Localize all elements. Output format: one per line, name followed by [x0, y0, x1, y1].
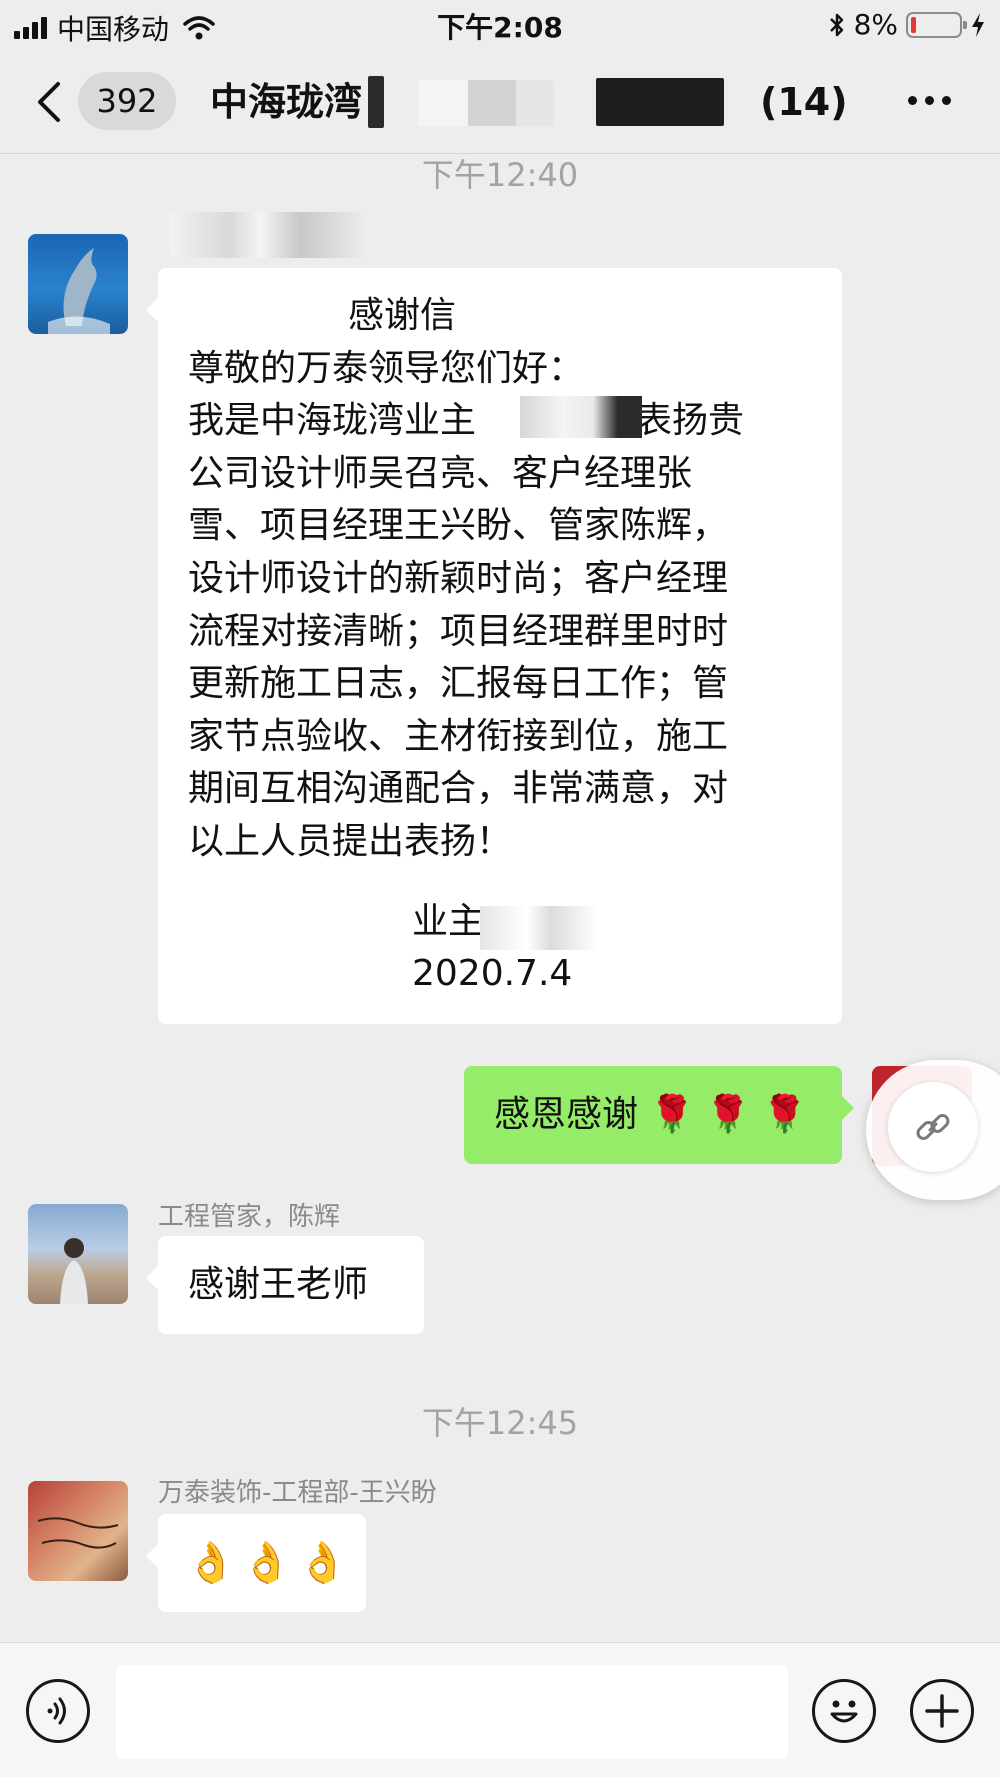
charging-icon — [972, 12, 984, 37]
calligraphy-photo-icon — [37, 1517, 119, 1549]
voice-button[interactable] — [26, 1679, 90, 1743]
redacted-sender-name — [170, 212, 370, 258]
status-bar: 中国移动 下午2:08 8% — [0, 0, 1000, 50]
letter-line: 流程对接清晰；项目经理群里时时 — [188, 610, 729, 652]
link-circle[interactable] — [888, 1082, 978, 1172]
plus-icon — [925, 1694, 959, 1728]
letter-date: 2020.7.4 — [412, 953, 573, 994]
floating-link-button[interactable] — [866, 1060, 1000, 1200]
plus-button[interactable] — [910, 1679, 974, 1743]
message-bubble[interactable]: 👌👌👌 — [146, 1514, 366, 1612]
letter-line: 以上人员提出表扬！ — [188, 820, 513, 862]
more-dots-icon[interactable] — [908, 96, 951, 105]
letter-line: 期间互相沟通配合，非常满意，对 — [188, 768, 729, 810]
emoji-button[interactable] — [812, 1679, 876, 1743]
avatar[interactable] — [28, 1481, 128, 1581]
member-count: (14) — [760, 80, 848, 124]
link-icon — [916, 1114, 950, 1140]
status-right: 8% — [828, 8, 986, 41]
person-photo-icon — [60, 1238, 88, 1304]
unread-count-badge[interactable]: 392 — [78, 72, 176, 130]
letter-line: 公司设计师吴召亮、客户经理张 — [188, 452, 693, 494]
chat-title[interactable]: 中海珑湾 — [210, 72, 362, 132]
voice-icon — [47, 1697, 66, 1725]
avatar[interactable] — [28, 234, 128, 334]
message-text: 感谢王老师 — [188, 1264, 369, 1305]
letter-line: 设计师设计的新颖时尚；客户经理 — [188, 557, 729, 599]
redacted-title-block — [468, 80, 516, 126]
emoji-icon — [830, 1700, 858, 1723]
redacted-title-block — [368, 76, 384, 128]
message-input[interactable] — [116, 1665, 788, 1759]
battery-icon — [906, 11, 967, 38]
letter-title: 感谢信 — [348, 295, 457, 336]
letter-line: 更新施工日志，汇报每日工作；管 — [188, 663, 729, 705]
input-bar — [0, 1642, 1000, 1777]
redacted-title-block — [596, 78, 724, 126]
message-timestamp: 下午12:45 — [421, 1404, 579, 1442]
letter-line: 家节点验收、主材衔接到位，施工 — [188, 715, 729, 757]
message-text: 👌👌👌 — [186, 1540, 354, 1586]
battery-percent: 8% — [853, 8, 898, 41]
sender-name: 工程管家，陈辉 — [158, 1202, 341, 1232]
dolphin-icon — [48, 248, 110, 334]
sender-name: 万泰装饰-工程部-王兴盼 — [158, 1478, 437, 1508]
message-bubble[interactable]: 感谢王老师 — [146, 1236, 424, 1334]
my-message-bubble[interactable]: 感恩感谢 🌹 🌹 🌹 — [464, 1066, 854, 1164]
redacted-title-block — [418, 80, 468, 126]
chat-header: 392 中海珑湾 (14) — [0, 50, 1000, 154]
message-timestamp: 下午12:40 — [421, 156, 579, 194]
redacted-owner-name — [520, 396, 642, 438]
avatar[interactable] — [28, 1204, 128, 1304]
letter-line: 我是中海珑湾业主 ，表扬贵 — [188, 400, 745, 442]
redacted-signature-name — [480, 906, 598, 950]
letter-line: 尊敬的万泰领导您们好： — [188, 347, 585, 389]
my-message-text: 感恩感谢 🌹 🌹 🌹 — [494, 1094, 807, 1135]
letter-body: 感谢信 尊敬的万泰领导您们好： 我是中海珑湾业主 ，表扬贵 公司设计师吴召亮、客户… — [188, 290, 828, 869]
chevron-left-icon[interactable] — [34, 80, 64, 124]
bluetooth-icon — [829, 13, 843, 36]
letter-line: 雪、项目经理王兴盼、管家陈辉， — [188, 505, 729, 547]
redacted-title-block — [516, 80, 554, 126]
